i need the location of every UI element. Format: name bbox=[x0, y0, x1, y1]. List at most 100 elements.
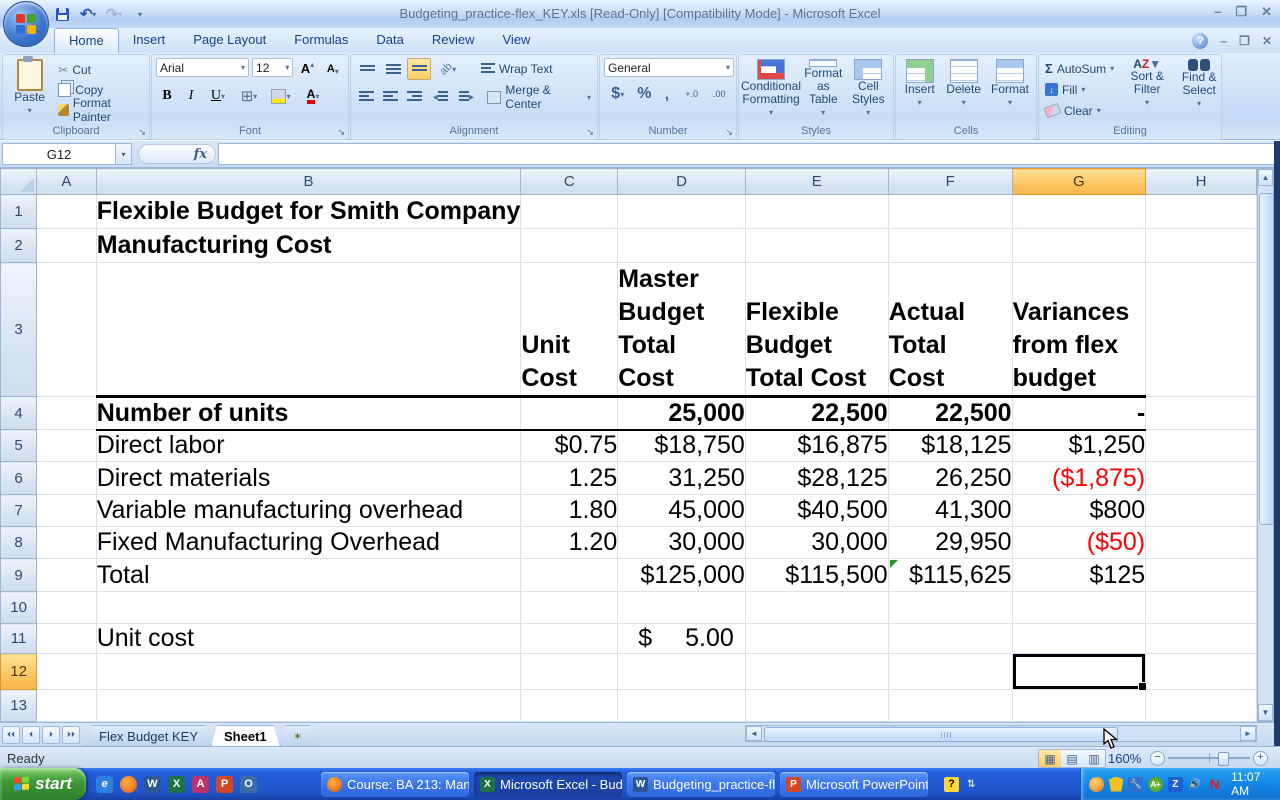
tab-insert[interactable]: Insert bbox=[119, 28, 180, 53]
cell-B6[interactable]: Direct materials bbox=[96, 462, 521, 495]
cell-F3[interactable]: Actual Total Cost bbox=[888, 263, 1012, 397]
row-header-8[interactable]: 8 bbox=[1, 527, 37, 559]
cell-H6[interactable] bbox=[1146, 462, 1257, 495]
cell-C9[interactable] bbox=[521, 559, 618, 592]
tab-data[interactable]: Data bbox=[362, 28, 417, 53]
cell-G8[interactable]: ($50) bbox=[1012, 527, 1146, 559]
cell-G2[interactable] bbox=[1012, 229, 1146, 263]
sort-filter-button[interactable]: AZ▼ Sort & Filter▾ bbox=[1122, 58, 1172, 120]
column-header-F[interactable]: F bbox=[888, 169, 1012, 195]
format-cells-button[interactable]: Format▾ bbox=[988, 58, 1032, 120]
cell-D3[interactable]: Master Budget Total Cost bbox=[618, 263, 746, 397]
cell-F6[interactable]: 26,250 bbox=[888, 462, 1012, 495]
cell-D13[interactable] bbox=[618, 690, 746, 722]
insert-cells-button[interactable]: Insert▾ bbox=[900, 58, 939, 120]
cell-F2[interactable] bbox=[888, 229, 1012, 263]
font-dialog-launcher[interactable]: ↘ bbox=[337, 127, 345, 137]
cell-G13[interactable] bbox=[1012, 690, 1146, 722]
orientation-button[interactable]: ab▾ bbox=[433, 58, 463, 80]
align-right-button[interactable] bbox=[404, 86, 426, 108]
cell-A4[interactable] bbox=[37, 397, 97, 430]
top-align-button[interactable] bbox=[355, 58, 379, 80]
font-color-button[interactable]: A▾ bbox=[298, 85, 328, 107]
row-header-10[interactable]: 10 bbox=[1, 592, 37, 624]
cell-E4[interactable]: 22,500 bbox=[745, 397, 888, 430]
cell-D12[interactable] bbox=[618, 654, 746, 690]
middle-align-button[interactable] bbox=[381, 58, 405, 80]
cell-F9[interactable]: $115,625 bbox=[888, 559, 1012, 592]
cell-styles-button[interactable]: Cell Styles▾ bbox=[848, 58, 889, 120]
row-header-12[interactable]: 12 bbox=[1, 654, 37, 690]
cell-C13[interactable] bbox=[521, 690, 618, 722]
cell-C2[interactable] bbox=[521, 229, 618, 263]
cell-D11[interactable]: $5.00 bbox=[618, 624, 746, 654]
cell-A9[interactable] bbox=[37, 559, 97, 592]
task-powerpoint[interactable]: P Microsoft PowerPoint ... bbox=[780, 772, 928, 797]
cell-D1[interactable] bbox=[618, 195, 746, 229]
insert-worksheet-button[interactable]: ✶ bbox=[280, 725, 316, 747]
start-button[interactable]: start bbox=[0, 768, 86, 800]
excel-icon[interactable]: X bbox=[168, 776, 185, 793]
cell-D5[interactable]: $18,750 bbox=[618, 430, 746, 462]
firefox-icon[interactable] bbox=[120, 776, 137, 793]
format-as-table-button[interactable]: Format as Table▾ bbox=[801, 58, 846, 120]
cell-A10[interactable] bbox=[37, 592, 97, 624]
vertical-scroll-thumb[interactable] bbox=[1259, 193, 1274, 525]
cell-H9[interactable] bbox=[1146, 559, 1257, 592]
cell-E12[interactable] bbox=[745, 654, 888, 690]
tab-review[interactable]: Review bbox=[418, 28, 489, 53]
row-header-13[interactable]: 13 bbox=[1, 690, 37, 722]
cell-H11[interactable] bbox=[1146, 624, 1257, 654]
cell-G3[interactable]: Variances from flex budget bbox=[1012, 263, 1146, 397]
tab-page-layout[interactable]: Page Layout bbox=[179, 28, 280, 53]
wrench-tray-icon[interactable]: 🔧 bbox=[1128, 777, 1143, 792]
cell-H5[interactable] bbox=[1146, 430, 1257, 462]
scroll-down-button[interactable]: ▼ bbox=[1258, 704, 1273, 721]
norton-tray-icon[interactable]: N bbox=[1207, 777, 1222, 792]
cell-D6[interactable]: 31,250 bbox=[618, 462, 746, 495]
cell-B12[interactable] bbox=[96, 654, 521, 690]
font-name-select[interactable]: Arial▾ bbox=[156, 58, 249, 77]
show-hidden-icons-button[interactable]: ⇅ bbox=[967, 779, 975, 790]
increase-decimal-button[interactable]: +.0 bbox=[679, 83, 705, 105]
first-sheet-button[interactable]: ⏴⏴ bbox=[2, 726, 20, 744]
column-header-A[interactable]: A bbox=[37, 169, 97, 195]
messenger-tray-icon[interactable] bbox=[1089, 777, 1104, 792]
bottom-align-button[interactable] bbox=[407, 58, 431, 80]
close-button[interactable]: ✕ bbox=[1261, 4, 1272, 20]
cell-C6[interactable]: 1.25 bbox=[521, 462, 618, 495]
align-left-button[interactable] bbox=[355, 86, 377, 108]
merge-center-button[interactable]: Merge & Center▾ bbox=[485, 88, 593, 107]
next-sheet-button[interactable]: ⏵ bbox=[42, 726, 60, 744]
cell-E2[interactable] bbox=[745, 229, 888, 263]
format-painter-button[interactable]: Format Painter bbox=[56, 100, 145, 119]
cell-B11[interactable]: Unit cost bbox=[96, 624, 521, 654]
decrease-decimal-button[interactable]: .00 bbox=[706, 83, 732, 105]
fill-button[interactable]: ↓Fill▾ bbox=[1043, 80, 1116, 99]
cell-D2[interactable] bbox=[618, 229, 746, 263]
cell-A5[interactable] bbox=[37, 430, 97, 462]
cell-G10[interactable] bbox=[1012, 592, 1146, 624]
row-header-9[interactable]: 9 bbox=[1, 559, 37, 592]
zoom-level[interactable]: 160% bbox=[1108, 751, 1141, 766]
cell-H8[interactable] bbox=[1146, 527, 1257, 559]
cell-A11[interactable] bbox=[37, 624, 97, 654]
normal-view-button[interactable]: ▦ bbox=[1039, 750, 1061, 767]
scroll-left-button[interactable]: ◄ bbox=[746, 726, 762, 741]
cell-G7[interactable]: $800 bbox=[1012, 495, 1146, 527]
clipboard-dialog-launcher[interactable]: ↘ bbox=[138, 127, 146, 137]
prev-sheet-button[interactable]: ⏴ bbox=[22, 726, 40, 744]
row-header-7[interactable]: 7 bbox=[1, 495, 37, 527]
percent-style-button[interactable]: % bbox=[634, 83, 656, 105]
align-center-button[interactable] bbox=[379, 86, 401, 108]
cell-F12[interactable] bbox=[888, 654, 1012, 690]
underline-button[interactable]: U▾ bbox=[204, 85, 232, 107]
cell-F7[interactable]: 41,300 bbox=[888, 495, 1012, 527]
cell-D9[interactable]: $125,000 bbox=[618, 559, 746, 592]
cell-E3[interactable]: Flexible Budget Total Cost bbox=[745, 263, 888, 397]
outlook-icon[interactable]: O bbox=[240, 776, 257, 793]
cell-E8[interactable]: 30,000 bbox=[745, 527, 888, 559]
cell-E5[interactable]: $16,875 bbox=[745, 430, 888, 462]
sheet-tab-sheet1[interactable]: Sheet1 bbox=[211, 725, 280, 747]
cell-B1[interactable]: Flexible Budget for Smith Company bbox=[96, 195, 521, 229]
